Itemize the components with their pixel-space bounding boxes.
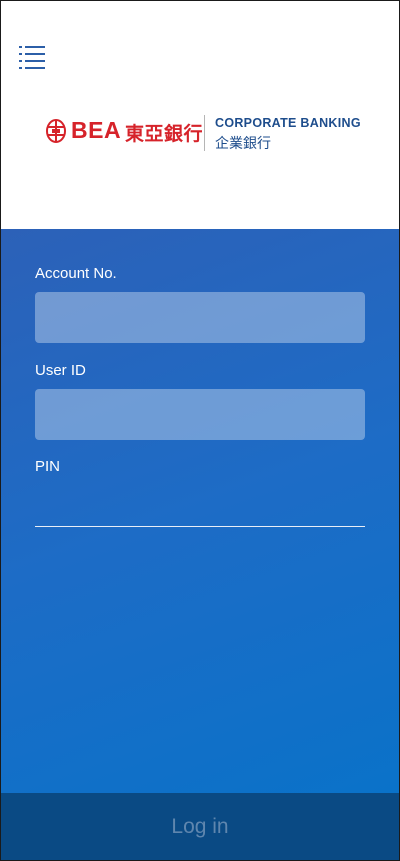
logo-bea-chinese: 東亞銀行 xyxy=(125,123,204,145)
app-screen: BEA 東亞銀行 CORPORATE BANKING 企業銀行 Account … xyxy=(0,0,400,861)
account-no-input[interactable] xyxy=(35,292,365,343)
user-id-label: User ID xyxy=(35,362,86,379)
account-no-label: Account No. xyxy=(35,265,117,282)
logo-divider xyxy=(204,115,205,151)
logo-division-en: CORPORATE BANKING xyxy=(215,116,361,130)
login-form: Account No. User ID PIN xyxy=(1,229,399,793)
pin-input[interactable] xyxy=(35,499,365,527)
logo-bea-text: BEA xyxy=(71,117,122,143)
bea-emblem-icon xyxy=(46,119,66,143)
login-button[interactable]: Log in xyxy=(1,793,399,860)
pin-label: PIN xyxy=(35,458,61,475)
menu-button[interactable] xyxy=(19,43,47,71)
user-id-input[interactable] xyxy=(35,389,365,440)
header: BEA 東亞銀行 CORPORATE BANKING 企業銀行 xyxy=(1,1,399,229)
login-button-label: Log in xyxy=(171,815,229,838)
bank-logo: BEA 東亞銀行 CORPORATE BANKING 企業銀行 xyxy=(45,115,365,153)
logo-division-cn: 企業銀行 xyxy=(215,136,271,152)
